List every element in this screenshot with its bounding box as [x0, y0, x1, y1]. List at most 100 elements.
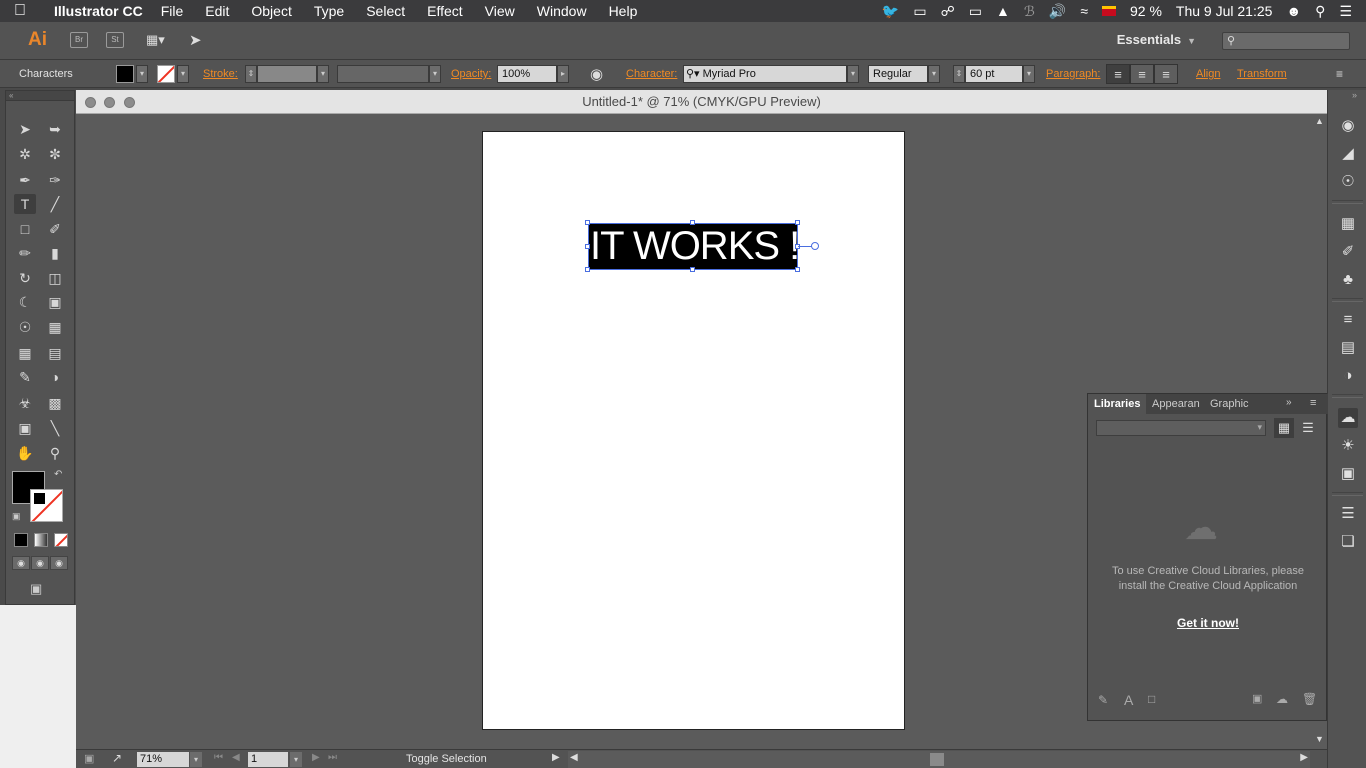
stroke-dropdown[interactable]: ▾ — [177, 65, 189, 83]
free-transform-tool-icon[interactable]: ▣ — [44, 292, 66, 312]
status-menu-icon[interactable]: ▶ — [552, 752, 560, 763]
align-label[interactable]: Align — [1196, 68, 1220, 80]
stroke-label[interactable]: Stroke: — [203, 68, 238, 80]
paragraph-label[interactable]: Paragraph: — [1046, 68, 1100, 80]
delete-icon[interactable]: 🗑 — [1302, 692, 1317, 706]
artboard[interactable]: IT WORKS !!! — [482, 131, 905, 730]
spotlight-search-icon[interactable]: ⚲ — [1315, 3, 1325, 20]
menu-file[interactable]: File — [161, 3, 184, 19]
column-graph-tool-icon[interactable]: ▩ — [44, 393, 66, 413]
selection-handle[interactable] — [795, 220, 800, 225]
font-size-input[interactable]: 60 pt — [965, 65, 1023, 83]
selection-handle[interactable] — [795, 267, 800, 272]
menu-effect[interactable]: Effect — [427, 3, 463, 19]
menu-select[interactable]: Select — [366, 3, 405, 19]
bluetooth-icon[interactable]: ℬ — [1024, 3, 1035, 20]
artboard-tool-icon[interactable]: ▣ — [14, 418, 36, 438]
zoom-input[interactable]: 71% — [137, 752, 189, 767]
menu-object[interactable]: Object — [251, 3, 291, 19]
lasso-tool-icon[interactable]: ✼ — [44, 144, 66, 164]
artboard-dropdown[interactable]: ▾ — [290, 752, 302, 767]
hand-tool-icon[interactable]: ✋ — [14, 443, 36, 463]
bridge-button[interactable]: Br — [70, 32, 88, 48]
align-right-icon[interactable]: ≡ — [1154, 64, 1178, 84]
scale-tool-icon[interactable]: ◫ — [44, 268, 66, 288]
shape-builder-tool-icon[interactable]: ☉ — [14, 317, 36, 337]
gpu-status-icon[interactable]: ▣ — [84, 752, 94, 765]
slice-tool-icon[interactable]: ╲ — [44, 418, 66, 438]
last-artboard-icon[interactable]: ⏭ — [328, 752, 337, 763]
transparency-panel-icon[interactable]: ◑ — [1338, 366, 1358, 386]
more-tabs-icon[interactable]: » — [1286, 397, 1292, 408]
line-segment-tool-icon[interactable]: ╱ — [44, 194, 66, 214]
eyedropper-tool-icon[interactable]: ✎ — [14, 367, 36, 387]
presentation-icon[interactable]: ▭ — [913, 3, 926, 20]
font-size-stepper[interactable]: ⇕ — [953, 65, 965, 83]
share-icon[interactable]: ↗ — [112, 751, 122, 765]
gradient-mode-icon[interactable] — [34, 533, 48, 547]
font-style-input[interactable]: Regular — [868, 65, 928, 83]
gradient-panel-icon[interactable]: ▤ — [1338, 338, 1358, 358]
align-left-icon[interactable]: ≡ — [1106, 64, 1130, 84]
grid-view-icon[interactable]: ▦ — [1274, 418, 1294, 438]
add-fill-color-icon[interactable]: □ — [1148, 692, 1155, 706]
pencil-tool-icon[interactable]: ✏ — [14, 243, 36, 263]
input-source-flag-icon[interactable] — [1102, 6, 1116, 16]
draw-inside-icon[interactable]: ◉ — [50, 556, 68, 570]
next-artboard-icon[interactable]: ▶ — [312, 752, 320, 763]
apple-icon[interactable]:  — [0, 2, 40, 20]
stroke-weight-input[interactable] — [257, 65, 317, 83]
artboards-panel-icon[interactable]: ❏ — [1338, 532, 1358, 552]
menu-help[interactable]: Help — [609, 3, 638, 19]
gradient-tool-icon[interactable]: ▤ — [44, 343, 66, 363]
selection-handle[interactable] — [690, 267, 695, 272]
libraries-panel-icon[interactable]: ☁ — [1338, 408, 1358, 428]
artboard-number-input[interactable]: 1 — [248, 752, 288, 767]
type-tool-icon[interactable]: T — [14, 194, 36, 214]
draw-behind-icon[interactable]: ◉ — [31, 556, 49, 570]
scroll-up-icon[interactable]: ▲ — [1315, 116, 1324, 126]
selection-handle[interactable] — [585, 244, 590, 249]
horizontal-scrollbar[interactable]: ◀ ▶ — [568, 751, 1310, 768]
appearance-panel-icon[interactable]: ☀ — [1338, 436, 1358, 456]
list-view-icon[interactable]: ☰ — [1298, 418, 1318, 438]
font-family-dropdown[interactable]: ▾ — [847, 65, 859, 83]
sync-status-icon[interactable]: ☁ — [1276, 692, 1288, 706]
twitter-icon[interactable]: 🐦 — [882, 3, 899, 20]
paintbrush-tool-icon[interactable]: ✐ — [44, 219, 66, 239]
color-panel-icon[interactable]: ◉ — [1338, 116, 1358, 136]
user-icon[interactable]: ☻ — [1286, 3, 1301, 19]
libraries-panel-menu-icon[interactable]: ≡ — [1310, 397, 1316, 409]
fill-swatch[interactable] — [116, 65, 134, 83]
default-fill-stroke-icon[interactable]: ▣ — [12, 511, 21, 522]
color-mode-icon[interactable] — [14, 533, 28, 547]
stroke-weight-stepper[interactable]: ⇕ — [245, 65, 257, 83]
variable-width-dropdown[interactable]: ▾ — [429, 65, 441, 83]
clock[interactable]: Thu 9 Jul 21:25 — [1176, 3, 1273, 19]
none-mode-icon[interactable] — [54, 533, 68, 547]
mesh-tool-icon[interactable]: ▦ — [14, 343, 36, 363]
scroll-left-icon[interactable]: ◀ — [570, 752, 578, 763]
eraser-tool-icon[interactable]: ▮ — [44, 243, 66, 263]
stock-button[interactable]: St — [106, 32, 124, 48]
opacity-slider-toggle[interactable]: ▸ — [557, 65, 569, 83]
notification-center-icon[interactable]: ☰ — [1339, 3, 1352, 20]
panel-menu-icon[interactable]: ≡ — [1336, 67, 1343, 81]
close-window-button[interactable] — [85, 97, 96, 108]
tools-panel-collapse-icon[interactable]: « — [6, 91, 74, 101]
help-search-input[interactable]: ⚲ — [1222, 32, 1350, 50]
blend-tool-icon[interactable]: ◑ — [44, 367, 66, 387]
menu-view[interactable]: View — [485, 3, 515, 19]
selection-handle[interactable] — [585, 220, 590, 225]
font-size-dropdown[interactable]: ▾ — [1023, 65, 1035, 83]
symbol-sprayer-tool-icon[interactable]: ☣ — [14, 393, 36, 413]
previous-artboard-icon[interactable]: ◀ — [232, 752, 240, 763]
selection-tool-icon[interactable]: ➤ — [14, 119, 36, 139]
horizontal-scroll-thumb[interactable] — [930, 753, 944, 766]
menu-edit[interactable]: Edit — [205, 3, 229, 19]
draw-normal-icon[interactable]: ◉ — [12, 556, 30, 570]
stroke-swatch[interactable] — [157, 65, 175, 83]
dock-collapse-icon[interactable]: » — [1352, 90, 1357, 100]
character-label[interactable]: Character: — [626, 68, 677, 80]
wifi-icon[interactable]: ≈ — [1080, 3, 1088, 19]
